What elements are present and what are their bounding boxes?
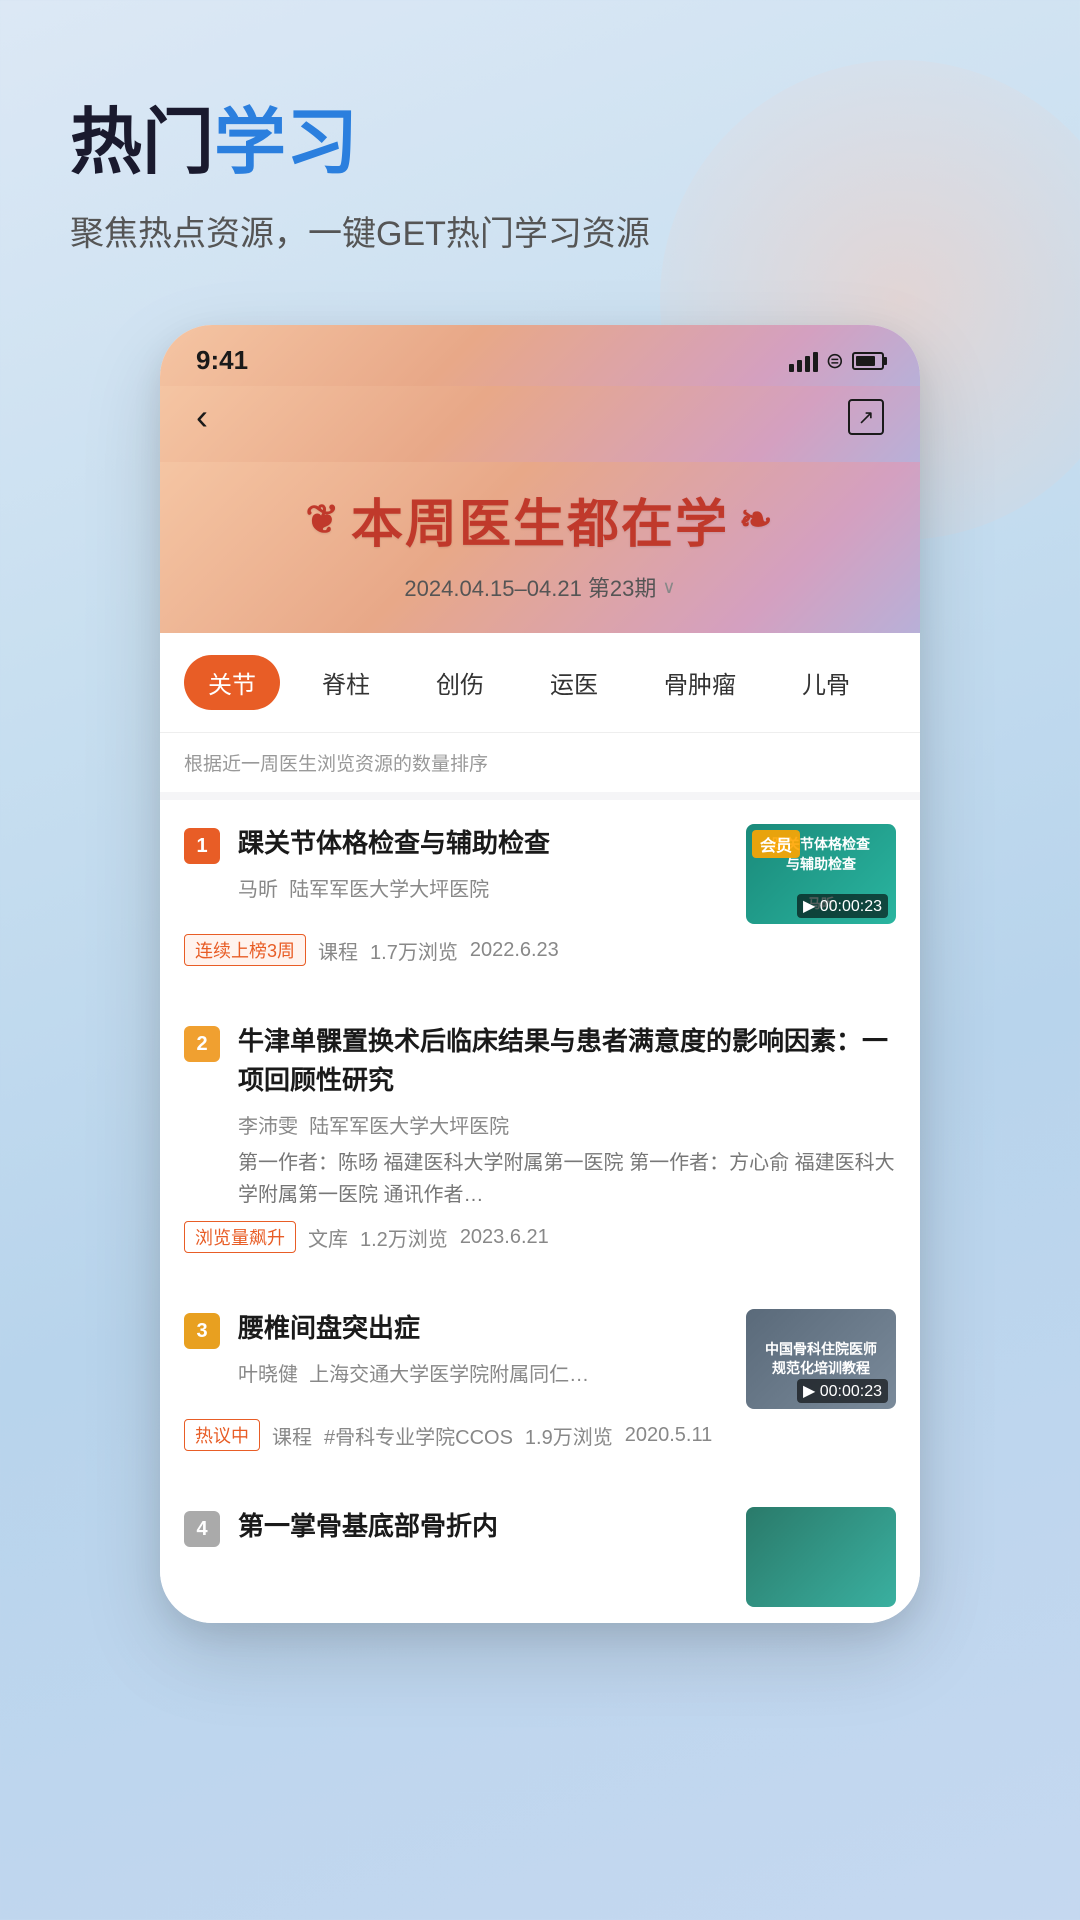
item-abstract: 第一作者：陈旸 福建医科大学附属第一医院 第一作者：方心俞 福建医科大学附属第一…	[238, 1147, 896, 1211]
meta-tag-trending: 热议中	[184, 1419, 260, 1451]
item-content: 牛津单髁置换术后临床结果与患者满意度的影响因素：一项回顾性研究 李沛雯 陆军军医…	[238, 1022, 896, 1211]
item-thumbnail[interactable]: 中国骨科住院医师规范化培训教程 ▶ 00:00:23	[746, 1309, 896, 1409]
item-meta: 连续上榜3周 课程 1.7万浏览 2022.6.23	[184, 934, 896, 966]
banner-title: ❦ 本周医生都在学 ❧	[190, 482, 890, 557]
meta-tag-weeks: 连续上榜3周	[184, 934, 306, 966]
title-highlight: 学习	[214, 103, 358, 183]
meta-date: 2023.6.21	[460, 1226, 549, 1249]
tab-运医[interactable]: 运医	[526, 655, 622, 710]
list-item: 1 踝关节体格检查与辅助检查 马昕 陆军军医大学大坪医院 会员 踝关节体格检查与…	[160, 800, 920, 990]
status-bar: 9:41 ⊜	[160, 325, 920, 386]
item-author: 马昕 陆军军医大学大坪医院	[238, 873, 728, 902]
item-content: 第一掌骨基底部骨折内	[238, 1507, 728, 1546]
tab-儿骨[interactable]: 儿骨	[778, 655, 874, 710]
item-meta: 浏览量飙升 文库 1.2万浏览 2023.6.21	[184, 1221, 896, 1253]
date-range: 2024.04.15–04.21 第23期	[404, 571, 656, 603]
item-title[interactable]: 牛津单髁置换术后临床结果与患者满意度的影响因素：一项回顾性研究	[238, 1022, 896, 1100]
tab-关节[interactable]: 关节	[184, 655, 280, 710]
sort-hint: 根据近一周医生浏览资源的数量排序	[160, 733, 920, 800]
laurel-left-icon: ❦	[305, 497, 341, 543]
phone-mockup: 9:41 ⊜ ‹ ❦ 本周医生都在学	[160, 325, 920, 1623]
item-thumbnail[interactable]: 会员 踝关节体格检查与辅助检查马昕 ▶ 00:00:23	[746, 824, 896, 924]
item-content: 腰椎间盘突出症 叶晓健 上海交通大学医学院附属同仁…	[238, 1309, 728, 1387]
rank-badge-4: 4	[184, 1511, 220, 1547]
item-content: 踝关节体格检查与辅助检查 马昕 陆军军医大学大坪医院	[238, 824, 728, 902]
chevron-down-icon: ∨	[662, 577, 675, 598]
item-author: 叶晓健 上海交通大学医学院附属同仁…	[238, 1358, 728, 1387]
status-time: 9:41	[196, 345, 248, 376]
list-item: 4 第一掌骨基底部骨折内	[160, 1483, 920, 1623]
list-item: 3 腰椎间盘突出症 叶晓健 上海交通大学医学院附属同仁… 中国骨科住院医师规范化…	[160, 1285, 920, 1475]
list-item: 2 牛津单髁置换术后临床结果与患者满意度的影响因素：一项回顾性研究 李沛雯 陆军…	[160, 998, 920, 1277]
meta-type: 课程	[272, 1421, 312, 1450]
item-thumbnail[interactable]	[746, 1507, 896, 1607]
item-title[interactable]: 踝关节体格检查与辅助检查	[238, 824, 728, 863]
item-meta: 热议中 课程 #骨科专业学院CCOS 1.9万浏览 2020.5.11	[184, 1419, 896, 1451]
meta-tag-hot: 浏览量飙升	[184, 1221, 296, 1253]
rank-badge-1: 1	[184, 828, 220, 864]
tab-脊柱[interactable]: 脊柱	[298, 655, 394, 710]
meta-type: 课程	[318, 936, 358, 965]
meta-type: 文库	[308, 1223, 348, 1252]
thumb-label: 会员	[752, 830, 800, 858]
banner: ❦ 本周医生都在学 ❧ 2024.04.15–04.21 第23期 ∨	[160, 462, 920, 633]
meta-date: 2022.6.23	[470, 939, 559, 962]
signal-icon	[789, 350, 818, 372]
thumb-duration: ▶ 00:00:23	[797, 1379, 888, 1403]
meta-views: 1.2万浏览	[360, 1223, 448, 1252]
tab-创伤[interactable]: 创伤	[412, 655, 508, 710]
item-top: 3 腰椎间盘突出症 叶晓健 上海交通大学医学院附属同仁… 中国骨科住院医师规范化…	[184, 1309, 896, 1409]
date-row[interactable]: 2024.04.15–04.21 第23期 ∨	[190, 571, 890, 603]
item-top: 2 牛津单髁置换术后临床结果与患者满意度的影响因素：一项回顾性研究 李沛雯 陆军…	[184, 1022, 896, 1211]
meta-views: 1.7万浏览	[370, 936, 458, 965]
nav-bar: ‹	[160, 386, 920, 462]
battery-icon	[852, 352, 884, 370]
item-top: 4 第一掌骨基底部骨折内	[184, 1507, 896, 1607]
status-icons: ⊜	[789, 348, 884, 374]
item-top: 1 踝关节体格检查与辅助检查 马昕 陆军军医大学大坪医院 会员 踝关节体格检查与…	[184, 824, 896, 924]
wifi-icon: ⊜	[826, 348, 844, 374]
share-button[interactable]	[848, 399, 884, 435]
item-title[interactable]: 第一掌骨基底部骨折内	[238, 1507, 728, 1546]
item-title[interactable]: 腰椎间盘突出症	[238, 1309, 728, 1348]
back-button[interactable]: ‹	[196, 396, 208, 438]
meta-hashtag: #骨科专业学院CCOS	[324, 1421, 513, 1450]
category-tabs: 关节 脊柱 创伤 运医 骨肿瘤 儿骨	[160, 633, 920, 733]
tab-骨肿瘤[interactable]: 骨肿瘤	[640, 655, 760, 710]
meta-date: 2020.5.11	[625, 1424, 713, 1447]
meta-views: 1.9万浏览	[525, 1421, 613, 1450]
rank-badge-2: 2	[184, 1026, 220, 1062]
thumb-duration: ▶ 00:00:23	[797, 894, 888, 918]
item-author: 李沛雯 陆军军医大学大坪医院	[238, 1110, 896, 1139]
rank-badge-3: 3	[184, 1313, 220, 1349]
title-prefix: 热门	[70, 103, 214, 183]
laurel-right-icon: ❧	[739, 497, 775, 543]
